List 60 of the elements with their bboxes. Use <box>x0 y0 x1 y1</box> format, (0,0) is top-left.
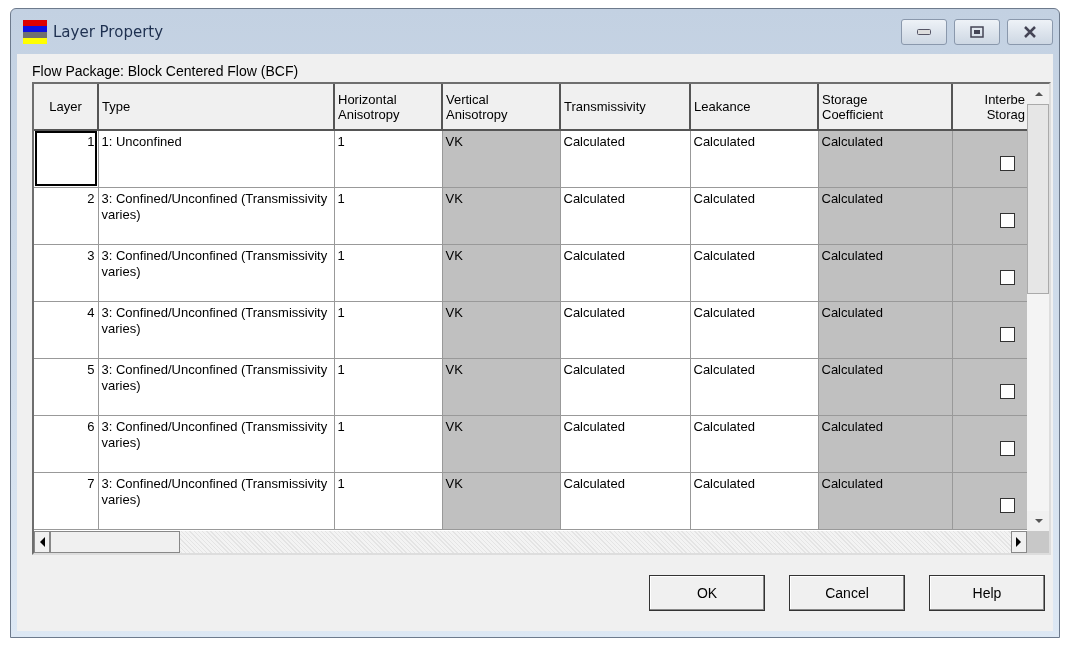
table-cell[interactable]: 1 <box>34 130 98 187</box>
table-cell[interactable]: 3 <box>34 244 98 301</box>
flow-package-label: Flow Package: Block Centered Flow (BCF) <box>32 62 300 81</box>
table-cell[interactable]: 1 <box>334 301 442 358</box>
table-cell[interactable]: Calculated <box>690 130 818 187</box>
scroll-right-icon <box>1015 537 1024 547</box>
scroll-left-icon <box>38 537 46 547</box>
table-cell[interactable]: Calculated <box>560 244 690 301</box>
restore-icon <box>970 25 984 38</box>
minimize-icon <box>917 28 931 35</box>
column-header[interactable]: Transmissivity <box>560 84 690 130</box>
table-cell[interactable]: Calculated <box>560 415 690 472</box>
table-cell[interactable]: Calculated <box>690 472 818 529</box>
close-button[interactable] <box>1007 18 1053 45</box>
table-cell[interactable]: Calculated <box>560 301 690 358</box>
table-cell[interactable]: 5 <box>34 358 98 415</box>
app-icon <box>23 19 47 44</box>
table-cell[interactable]: 2 <box>34 187 98 244</box>
table-cell[interactable]: Calculated <box>560 472 690 529</box>
column-header[interactable]: Leakance <box>690 84 818 130</box>
table-cell[interactable]: 1: Unconfined <box>98 130 334 187</box>
dialog-button[interactable]: Help <box>929 575 1045 611</box>
table-cell[interactable]: 3: Confined/Unconfined (Transmissivity varies) <box>98 187 334 244</box>
restore-button[interactable] <box>954 18 1000 45</box>
table-cell[interactable]: 1 <box>334 130 442 187</box>
close-icon <box>1023 25 1037 38</box>
table-cell[interactable]: 3: Confined/Unconfined (Transmissivity varies) <box>98 415 334 472</box>
scroll-thumb[interactable] <box>1027 104 1049 294</box>
horizontal-scrollbar[interactable] <box>34 531 1028 553</box>
minimize-button[interactable] <box>901 18 947 45</box>
scrollbar-corner <box>1027 531 1049 553</box>
column-header[interactable]: Horizontal Anisotropy <box>334 84 442 130</box>
table-cell[interactable]: Calculated <box>690 358 818 415</box>
table-cell[interactable]: 3: Confined/Unconfined (Transmissivity varies) <box>98 244 334 301</box>
dialog-button[interactable]: OK <box>649 575 765 611</box>
table-cell[interactable]: 6 <box>34 415 98 472</box>
column-header[interactable]: Type <box>98 84 334 130</box>
table-cell[interactable]: 1 <box>334 187 442 244</box>
table-cell[interactable]: Calculated <box>690 301 818 358</box>
column-header[interactable]: Layer <box>34 84 98 130</box>
table-cell[interactable]: Calculated <box>560 358 690 415</box>
table-cell[interactable]: 7 <box>34 472 98 529</box>
window-title: Layer Property <box>53 22 164 41</box>
table-cell[interactable]: Calculated <box>690 187 818 244</box>
table-cell[interactable]: Calculated <box>690 415 818 472</box>
table-cell[interactable]: 3: Confined/Unconfined (Transmissivity varies) <box>98 358 334 415</box>
dialog-button[interactable]: Cancel <box>789 575 905 611</box>
scroll-right-button[interactable] <box>1011 531 1028 553</box>
table-cell[interactable]: Calculated <box>690 244 818 301</box>
table-cell[interactable]: Calculated <box>560 130 690 187</box>
scroll-thumb[interactable] <box>50 531 180 553</box>
table-cell[interactable]: 1 <box>334 472 442 529</box>
table-cell[interactable]: 1 <box>334 358 442 415</box>
table-cell[interactable]: 4 <box>34 301 98 358</box>
table-cell[interactable]: 1 <box>334 415 442 472</box>
table-cell[interactable]: 3: Confined/Unconfined (Transmissivity varies) <box>98 472 334 529</box>
table-cell[interactable]: Calculated <box>560 187 690 244</box>
scroll-left-button[interactable] <box>34 531 50 553</box>
table-cell[interactable]: 3: Confined/Unconfined (Transmissivity varies) <box>98 301 334 358</box>
table-cell[interactable]: 1 <box>334 244 442 301</box>
